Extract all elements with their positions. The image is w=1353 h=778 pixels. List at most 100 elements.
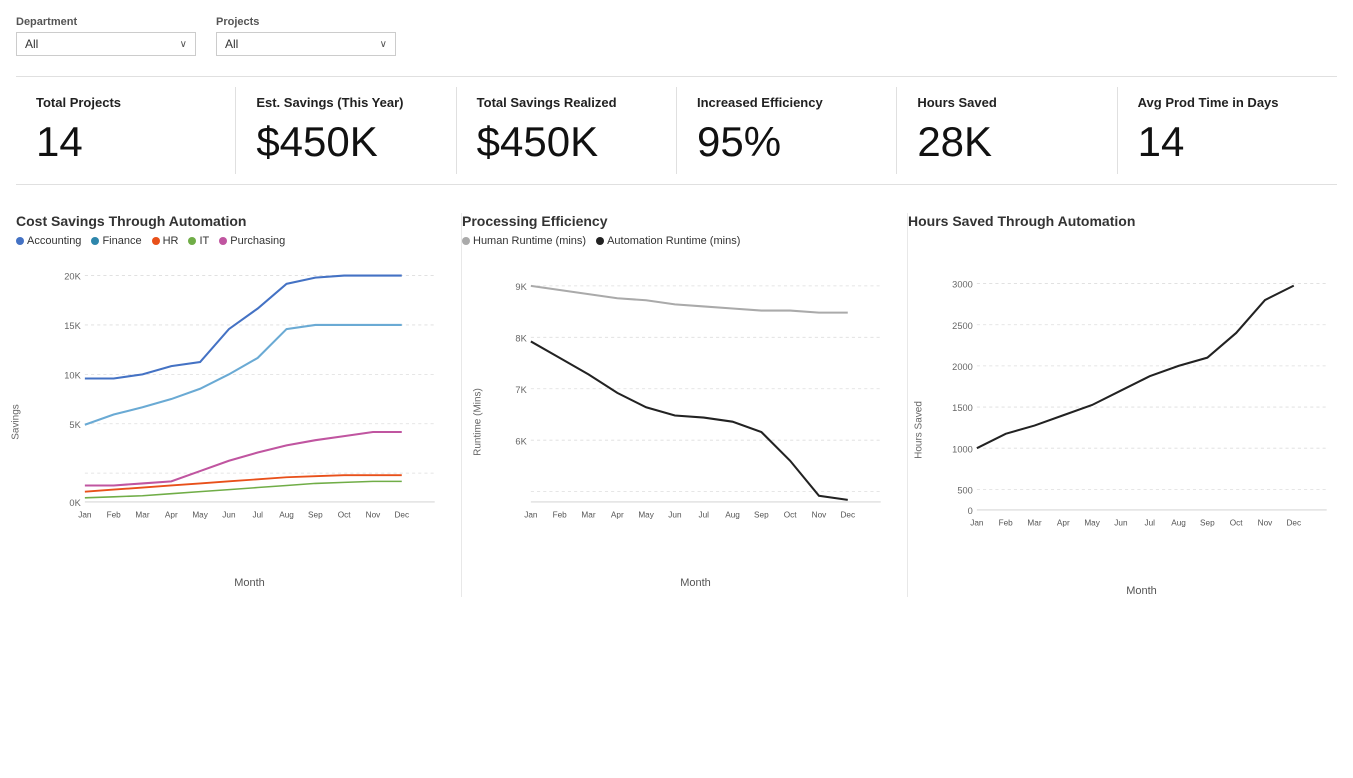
svg-text:Apr: Apr xyxy=(165,510,178,519)
svg-text:Oct: Oct xyxy=(1230,518,1244,527)
svg-text:May: May xyxy=(638,510,654,519)
svg-text:8K: 8K xyxy=(515,333,527,343)
processing-efficiency-chart: 9K 8K 7K 6K Jan Feb Mar Apr May Jun Jul … xyxy=(500,255,891,575)
svg-text:Dec: Dec xyxy=(394,510,409,519)
kpi-est-savings-value: $450K xyxy=(256,118,435,166)
legend-human-dot xyxy=(462,237,470,245)
kpi-efficiency: Increased Efficiency 95% xyxy=(677,87,897,174)
kpi-total-savings-label: Total Savings Realized xyxy=(477,95,656,110)
department-label: Department xyxy=(16,16,196,28)
projects-label: Projects xyxy=(216,16,396,28)
svg-text:Mar: Mar xyxy=(1027,518,1041,527)
legend-hr-dot xyxy=(152,237,160,245)
projects-value: All xyxy=(225,37,238,51)
svg-text:9K: 9K xyxy=(515,282,527,292)
svg-text:Sep: Sep xyxy=(754,510,769,519)
svg-text:Sep: Sep xyxy=(308,510,323,519)
projects-select[interactable]: All ∨ xyxy=(216,32,396,56)
cost-savings-legend: Accounting Finance HR IT Purchasing xyxy=(16,235,445,247)
svg-text:Mar: Mar xyxy=(135,510,149,519)
legend-human-label: Human Runtime (mins) xyxy=(473,235,586,247)
processing-efficiency-wrapper: Runtime (Mins) 9K 8K 7K 6K xyxy=(462,255,891,589)
legend-finance-label: Finance xyxy=(102,235,141,247)
legend-accounting: Accounting xyxy=(16,235,81,247)
hours-saved-svg: 3000 2500 2000 1500 1000 500 0 Jan Feb M… xyxy=(946,263,1337,551)
svg-text:Aug: Aug xyxy=(1171,518,1186,527)
legend-purchasing-label: Purchasing xyxy=(230,235,285,247)
kpi-est-savings: Est. Savings (This Year) $450K xyxy=(236,87,456,174)
legend-finance-dot xyxy=(91,237,99,245)
legend-automation-label: Automation Runtime (mins) xyxy=(607,235,740,247)
kpi-hours-saved-label: Hours Saved xyxy=(917,95,1096,110)
cost-savings-x-label: Month xyxy=(54,577,445,589)
svg-text:May: May xyxy=(192,510,208,519)
svg-text:5K: 5K xyxy=(69,420,81,430)
svg-text:20K: 20K xyxy=(64,272,81,282)
processing-efficiency-y-label: Runtime (Mins) xyxy=(472,388,483,456)
svg-text:6K: 6K xyxy=(515,436,527,446)
svg-text:2000: 2000 xyxy=(952,362,973,372)
department-select[interactable]: All ∨ xyxy=(16,32,196,56)
svg-text:Apr: Apr xyxy=(611,510,624,519)
svg-text:Mar: Mar xyxy=(581,510,595,519)
cost-savings-svg: 20K 15K 10K 5K 0K Jan Feb Mar Apr May Ju… xyxy=(54,255,445,543)
svg-text:0: 0 xyxy=(968,506,973,516)
svg-text:Jul: Jul xyxy=(1144,518,1155,527)
svg-text:Oct: Oct xyxy=(784,510,798,519)
svg-text:Jan: Jan xyxy=(524,510,538,519)
kpi-total-projects-value: 14 xyxy=(36,118,215,166)
svg-text:Nov: Nov xyxy=(366,510,382,519)
svg-text:Nov: Nov xyxy=(1258,518,1274,527)
kpi-hours-saved: Hours Saved 28K xyxy=(897,87,1117,174)
dashboard: Department All ∨ Projects All ∨ Total Pr… xyxy=(0,0,1353,778)
processing-efficiency-svg: 9K 8K 7K 6K Jan Feb Mar Apr May Jun Jul … xyxy=(500,255,891,543)
processing-efficiency-panel: Processing Efficiency Human Runtime (min… xyxy=(462,213,908,597)
svg-text:3000: 3000 xyxy=(952,280,973,290)
hours-saved-legend xyxy=(908,235,1337,255)
department-value: All xyxy=(25,37,38,51)
cost-savings-y-label: Savings xyxy=(10,404,21,440)
svg-text:Nov: Nov xyxy=(812,510,828,519)
cost-savings-chart: 20K 15K 10K 5K 0K Jan Feb Mar Apr May Ju… xyxy=(54,255,445,575)
kpi-total-projects-label: Total Projects xyxy=(36,95,215,110)
legend-finance: Finance xyxy=(91,235,141,247)
svg-text:2500: 2500 xyxy=(952,321,973,331)
legend-hr: HR xyxy=(152,235,179,247)
kpi-prod-time: Avg Prod Time in Days 14 xyxy=(1118,87,1337,174)
svg-text:Apr: Apr xyxy=(1057,518,1070,527)
svg-text:1500: 1500 xyxy=(952,403,973,413)
svg-text:May: May xyxy=(1084,518,1100,527)
svg-text:Jun: Jun xyxy=(668,510,682,519)
charts-row: Cost Savings Through Automation Accounti… xyxy=(16,213,1337,597)
department-chevron-icon: ∨ xyxy=(180,39,187,50)
svg-text:Jan: Jan xyxy=(78,510,92,519)
legend-it: IT xyxy=(188,235,209,247)
legend-human-runtime: Human Runtime (mins) xyxy=(462,235,586,247)
legend-it-dot xyxy=(188,237,196,245)
legend-it-label: IT xyxy=(199,235,209,247)
svg-text:Feb: Feb xyxy=(107,510,122,519)
kpi-prod-time-label: Avg Prod Time in Days xyxy=(1138,95,1317,110)
kpi-hours-saved-value: 28K xyxy=(917,118,1096,166)
kpi-prod-time-value: 14 xyxy=(1138,118,1317,166)
hours-saved-chart: 3000 2500 2000 1500 1000 500 0 Jan Feb M… xyxy=(946,263,1337,583)
kpi-row: Total Projects 14 Est. Savings (This Yea… xyxy=(16,76,1337,185)
processing-efficiency-x-label: Month xyxy=(500,577,891,589)
svg-text:Jul: Jul xyxy=(252,510,263,519)
svg-text:0K: 0K xyxy=(69,498,81,508)
hours-saved-title: Hours Saved Through Automation xyxy=(908,213,1337,229)
svg-text:500: 500 xyxy=(957,485,972,495)
hours-saved-y-label: Hours Saved xyxy=(913,401,924,459)
kpi-efficiency-value: 95% xyxy=(697,118,876,166)
kpi-efficiency-label: Increased Efficiency xyxy=(697,95,876,110)
hours-saved-wrapper: Hours Saved 3000 2500 2000 xyxy=(908,263,1337,597)
svg-text:Feb: Feb xyxy=(553,510,568,519)
svg-text:Jul: Jul xyxy=(698,510,709,519)
projects-chevron-icon: ∨ xyxy=(380,39,387,50)
svg-text:Feb: Feb xyxy=(999,518,1014,527)
svg-text:Dec: Dec xyxy=(1286,518,1301,527)
legend-automation-runtime: Automation Runtime (mins) xyxy=(596,235,740,247)
cost-savings-wrapper: Savings 20K 15K 10K 5K xyxy=(16,255,445,589)
cost-savings-panel: Cost Savings Through Automation Accounti… xyxy=(16,213,462,597)
kpi-total-savings-value: $450K xyxy=(477,118,656,166)
